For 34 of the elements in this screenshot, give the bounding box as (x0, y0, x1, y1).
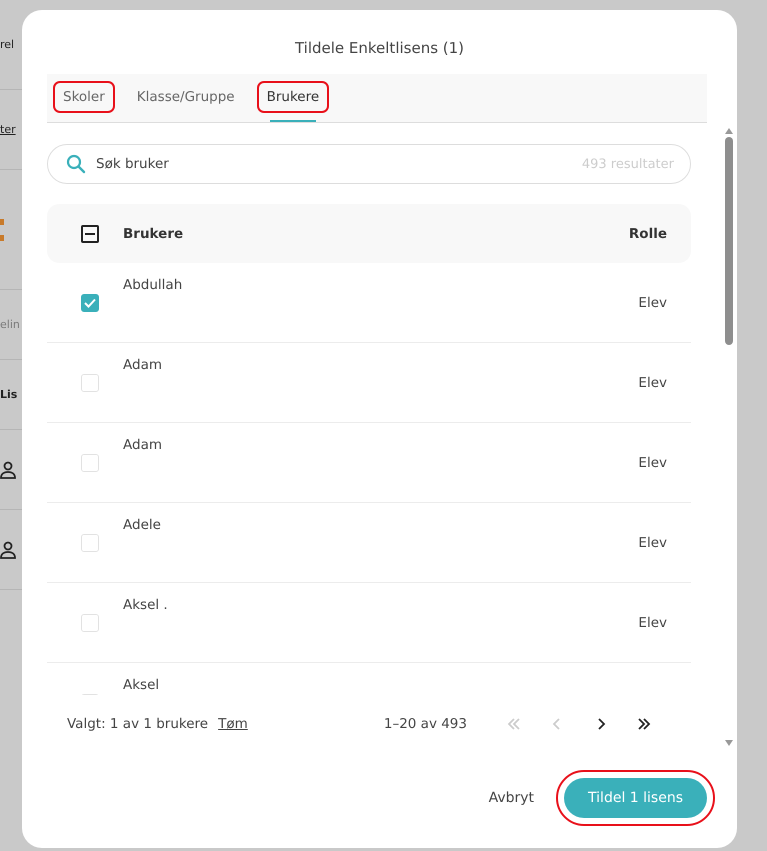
column-header: Brukere (123, 226, 184, 242)
user-role: Elev (638, 294, 667, 310)
checkbox[interactable] (81, 294, 99, 312)
scrollbar-thumb[interactable] (725, 137, 733, 345)
search-icon (66, 154, 86, 174)
select-all-checkbox[interactable] (81, 224, 99, 242)
tab[interactable]: Klasse/Gruppe (126, 74, 245, 122)
user-name: Aksel (123, 677, 160, 693)
user-name: Adam (123, 437, 163, 453)
clear-link[interactable]: Tøm (218, 716, 248, 732)
cancel-button[interactable]: Avbryt (472, 778, 550, 818)
background-text: Lis (0, 388, 18, 401)
user-name: Adam (123, 357, 163, 373)
scroll-down-arrow-icon[interactable] (724, 739, 734, 747)
page-range: 1–20 av 493 (384, 716, 467, 732)
column-header: Rolle (628, 226, 667, 242)
user-role: Elev (638, 614, 667, 630)
user-name: Adele (123, 517, 162, 533)
user-name: Abdullah (123, 277, 184, 293)
user-name: Aksel . (123, 597, 169, 613)
user-role: Elev (638, 374, 667, 390)
accent-mark (0, 218, 4, 240)
person-icon (0, 540, 16, 558)
selection-summary: Valgt: 1 av 1 brukere (67, 716, 208, 732)
user-role: Elev (638, 454, 667, 470)
background-text: ter (0, 123, 16, 136)
check-icon (84, 298, 96, 308)
search-input[interactable]: Søk bruker (96, 156, 572, 172)
background-text: rel (0, 38, 14, 51)
dialog-title: Tildele Enkeltlisens (1) (294, 39, 466, 57)
background-text: elin (0, 318, 20, 331)
person-icon (0, 460, 16, 478)
scroll-up-arrow-icon[interactable] (724, 127, 734, 135)
user-role: Elev (638, 534, 667, 550)
